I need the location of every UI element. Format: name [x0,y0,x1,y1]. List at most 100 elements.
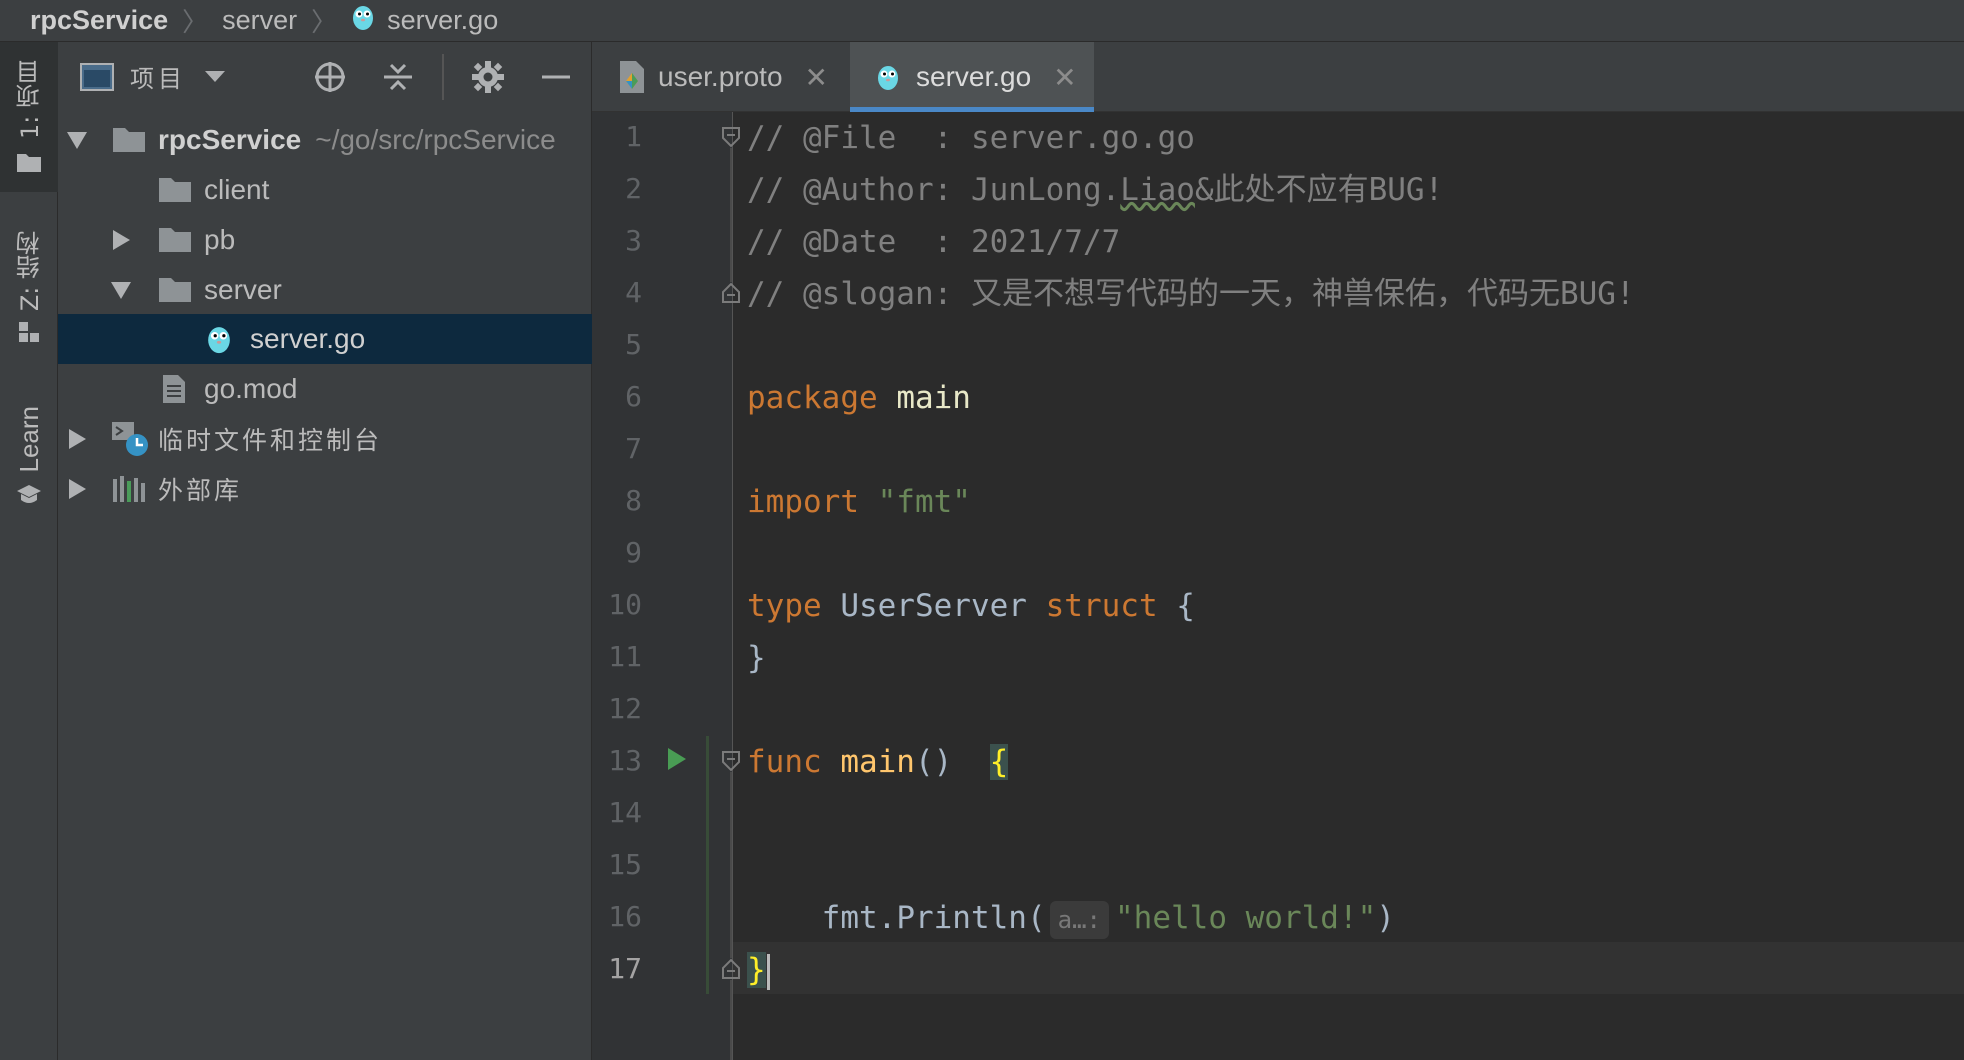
gopher-icon [208,327,230,354]
folder-icon [17,153,41,172]
line-number: 16 [608,900,642,933]
fold-icon[interactable] [720,282,742,304]
fold-guide [730,980,732,1060]
string-token: "hello world!" [1115,900,1377,936]
tab-user-proto[interactable]: user.proto ✕ [592,42,850,112]
brace-token: } [747,640,766,676]
comment-token: // @File : server.go.go [747,120,1195,156]
tool-window-label: 1: 项目 [15,60,44,139]
keyword-token: type [747,588,822,624]
chevron-right-icon: 〉 [311,7,338,37]
paren-token: ( [1026,900,1046,936]
gopher-icon [351,3,375,38]
matched-brace-token: { [989,744,1009,780]
collapsed-arrow-icon [113,230,130,250]
line-number: 5 [625,328,642,361]
scratches-icon [112,422,148,456]
line-number: 2 [625,172,642,205]
graduation-cap-icon [17,484,41,503]
project-view-selector[interactable]: 项目 [80,59,226,94]
keyword-token: import [747,484,859,520]
keyword-token: struct [1045,588,1158,624]
tree-item-scratches[interactable]: 临时文件和控制台 [58,414,592,464]
code-line-10: type UserServer struct { [747,580,1195,632]
code-line-17: } [747,944,770,996]
tool-window-learn-button[interactable]: Learn [0,402,58,572]
close-icon[interactable]: ✕ [805,61,828,94]
line-number: 17 [608,952,642,985]
tree-item-client[interactable]: client [58,165,592,215]
fold-icon[interactable] [720,750,742,772]
line-number: 3 [625,224,642,257]
code-line-1: // @File : server.go.go [747,112,1195,164]
tree-item-name: 临时文件和控制台 [158,426,383,455]
spell-check-token: Liao [1120,172,1195,208]
window-icon [80,62,114,91]
fold-guide [730,772,732,958]
gear-icon[interactable] [470,59,506,95]
matched-brace-token: } [747,952,766,988]
tree-item-server[interactable]: server [58,265,592,315]
line-number: 14 [608,796,642,829]
package-name-token: main [877,380,971,416]
code-line-3: // @Date : 2021/7/7 [747,216,1120,268]
folder-icon [159,228,191,252]
tree-item-name: client [204,174,270,205]
gopher-icon [878,66,898,90]
run-icon[interactable] [666,746,688,772]
proto-file-icon [620,61,644,93]
tree-item-name: pb [204,224,236,255]
tree-item-server-go[interactable]: server.go [58,314,592,364]
tree-item-name: server.go [250,323,366,354]
function-call-token: Println [896,900,1027,936]
breadcrumb-item-server-go[interactable]: server.go [351,3,498,38]
current-line-highlight [733,942,1964,994]
line-number: 7 [625,432,642,465]
project-panel-header: 项目 [58,42,592,112]
fold-icon[interactable] [720,958,742,980]
tree-item-go-mod[interactable]: go.mod [58,364,592,414]
vcs-change-marker [706,736,709,994]
toolbar-divider [442,54,444,100]
folder-icon [159,278,191,302]
tree-item-pb[interactable]: pb [58,215,592,265]
tree-item-path: ~/go/src/rpcService [315,124,556,155]
tool-window-structure-button[interactable]: Z: 结构 [0,227,58,357]
folder-icon [159,178,191,202]
code-editor[interactable]: 1 2 3 4 5 6 7 8 9 10 11 12 13 14 15 16 1… [592,112,1964,1060]
tool-window-label: Learn [13,406,44,473]
chevron-down-icon [205,70,225,82]
locate-file-icon[interactable] [312,59,348,95]
code-line-2: // @Author: JunLong.Liao&此处不应有BUG! [747,164,1443,216]
code-line-8: import "fmt" [747,476,971,528]
comment-token: // @slogan: 又是不想写代码的一天，神兽保佑，代码无BUG! [747,276,1635,312]
line-number: 12 [608,692,642,725]
gutter-separator [732,112,733,1060]
fold-icon[interactable] [720,126,742,148]
code-line-13: func main() { [747,736,1009,788]
line-number: 13 [608,744,642,777]
line-number: 6 [625,380,642,413]
tab-server-go[interactable]: server.go ✕ [850,42,1094,112]
parameter-hint: a…: [1049,900,1109,939]
function-name-token: main [821,744,915,780]
tree-item-rpcservice[interactable]: rpcService ~/go/src/rpcService [58,115,592,165]
tree-item-external-libraries[interactable]: 外部库 [58,464,592,514]
comment-token: // @Date : 2021/7/7 [747,224,1121,260]
expanded-arrow-icon [111,282,131,299]
minimize-icon[interactable] [538,59,574,95]
tool-window-project-button[interactable]: 1: 项目 [0,42,58,192]
line-number: 8 [625,484,642,517]
string-token: "fmt" [858,484,971,520]
fold-guide [730,148,732,282]
breadcrumb-label: rpcService [30,5,169,35]
folder-icon [113,128,145,152]
breadcrumb-item-rpcservice[interactable]: rpcService [30,5,168,36]
breadcrumb-item-server[interactable]: server [222,5,297,36]
brace-token: { [1157,588,1195,624]
close-icon[interactable]: ✕ [1053,61,1076,94]
line-number: 15 [608,848,642,881]
collapse-all-icon[interactable] [380,59,416,95]
collapsed-arrow-icon [69,479,86,499]
line-number: 9 [625,536,642,569]
